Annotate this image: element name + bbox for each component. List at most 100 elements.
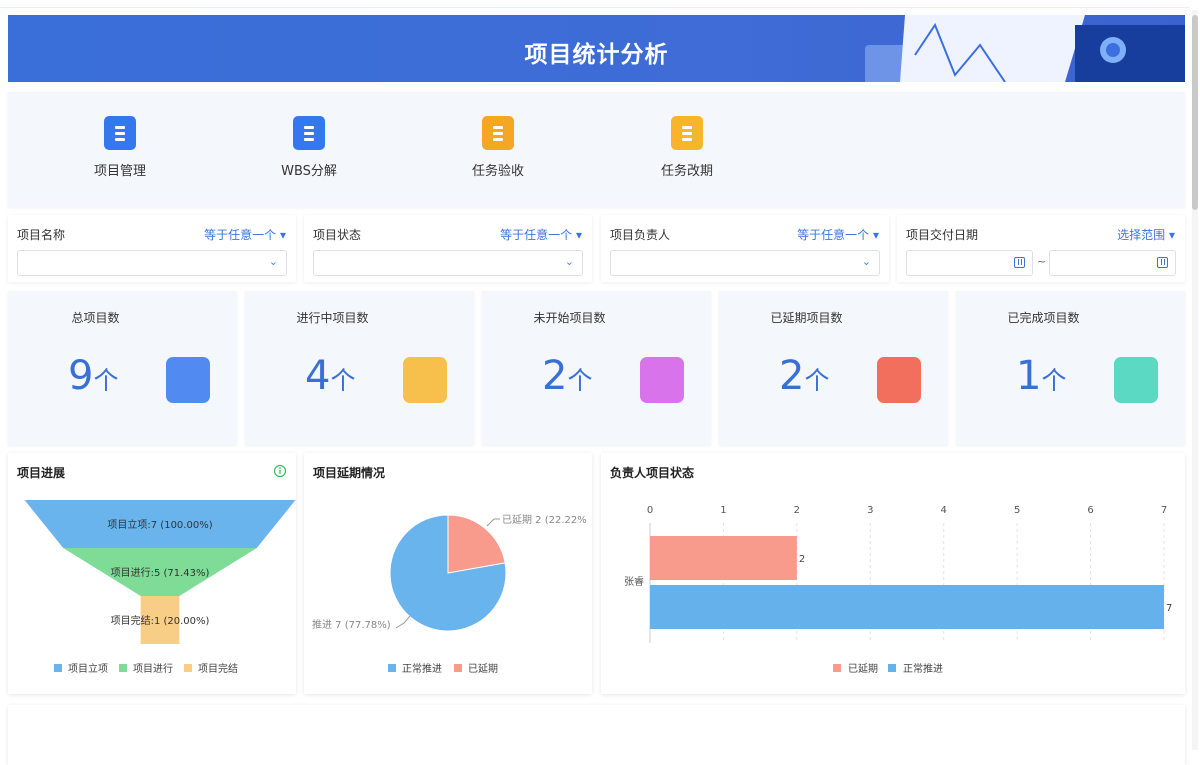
quick-link-3[interactable]: 任务改期	[627, 116, 747, 179]
chart-badge-icon	[1114, 357, 1158, 403]
grid-icon	[640, 357, 684, 403]
document-icon	[166, 357, 210, 403]
y-tick-label: 张睿	[624, 575, 644, 588]
stat-number: 9	[68, 353, 94, 399]
filter-operator-dropdown[interactable]: 等于任意一个 ▾	[204, 226, 286, 243]
funnel-chart: 项目立项:7 (100.00%) 项目进行:5 (71.43%) 项目完结:1 (2…	[24, 500, 296, 675]
legend-label[interactable]: 项目完结	[198, 662, 238, 675]
project-progress-card: 项目进展 项目立项:7 (100.00%) 项目进行:5 (71.43%) 项目完结…	[8, 453, 296, 694]
bar-value-label: 2	[799, 554, 805, 565]
top-divider	[0, 7, 1190, 8]
stat-number: 1	[1016, 353, 1042, 399]
quick-link-0[interactable]: 项目管理	[60, 116, 180, 179]
legend-swatch	[54, 664, 62, 672]
filter-label: 项目状态	[313, 228, 362, 242]
date-start-input[interactable]	[906, 250, 1033, 276]
stat-value: 2个	[542, 353, 592, 399]
x-tick-label: 2	[794, 505, 800, 516]
stat-unit: 个	[1041, 366, 1067, 395]
pie-label: 推进 7 (77.78%)	[312, 618, 391, 631]
stat-title: 进行中项目数	[296, 311, 369, 325]
bar-chart: 0 1 2 3 4 5 6 7 张睿 2 7 已延期 正常推进	[624, 505, 1172, 675]
filter-operator-dropdown[interactable]: 等于任意一个 ▾	[500, 226, 582, 243]
quick-link-label: 项目管理	[93, 164, 146, 179]
scrollbar-thumb[interactable]	[1192, 15, 1198, 210]
quick-link-label: 任务改期	[660, 164, 713, 179]
banner-illustration	[865, 15, 1185, 82]
legend-label[interactable]: 项目进行	[133, 662, 173, 675]
bottom-card	[8, 705, 1185, 765]
x-tick-label: 1	[720, 505, 726, 516]
legend-label[interactable]: 已延期	[848, 663, 878, 675]
stat-value: 4个	[305, 353, 355, 399]
calendar-icon	[1014, 257, 1025, 268]
project-doc-icon	[104, 116, 136, 150]
stat-card: 未开始项目数 2个	[482, 291, 711, 445]
pie-label: 已延期 2 (22.22%	[502, 514, 587, 526]
folder-icon	[403, 357, 447, 403]
stat-title: 未开始项目数	[533, 311, 606, 325]
date-separator: ~	[1037, 255, 1047, 268]
stat-unit: 个	[804, 366, 830, 395]
filter-3: 项目交付日期 选择范围 ▾ ~	[897, 215, 1185, 282]
x-tick-label: 3	[867, 505, 873, 516]
page-scrollbar[interactable]	[1192, 10, 1198, 750]
filter-operator-dropdown[interactable]: 等于任意一个 ▾	[797, 226, 879, 243]
stat-unit: 个	[567, 366, 593, 395]
funnel-label: 项目立项:7 (100.00%)	[107, 518, 212, 531]
x-tick-label: 7	[1161, 505, 1167, 516]
stat-card: 总项目数 9个	[8, 291, 237, 445]
bar[interactable]	[650, 585, 1164, 629]
quick-link-label: WBS分解	[281, 164, 337, 179]
chevron-down-icon: ⌄	[564, 255, 574, 268]
funnel-label: 项目完结:1 (20.00%)	[111, 614, 210, 627]
filter-operator-dropdown[interactable]: 选择范围 ▾	[1117, 226, 1175, 243]
filter-0: 项目名称 等于任意一个 ▾ ⌄	[8, 215, 296, 282]
stat-number: 2	[779, 353, 805, 399]
legend-label[interactable]: 已延期	[468, 663, 498, 675]
filter-2: 项目负责人 等于任意一个 ▾ ⌄	[601, 215, 889, 282]
stat-value: 1个	[1016, 353, 1066, 399]
delay-status-card: 项目延期情况 已延期 2 (22.22% 推进 7 (77.78%) 正常推进 已延期	[304, 453, 592, 694]
stat-unit: 个	[93, 366, 119, 395]
legend-swatch	[119, 664, 127, 672]
label-line	[486, 518, 500, 527]
filter-select[interactable]: ⌄	[313, 250, 583, 276]
legend-swatch	[388, 664, 396, 672]
filter-select[interactable]: ⌄	[17, 250, 287, 276]
stat-number: 4	[305, 353, 331, 399]
legend-label[interactable]: 项目立项	[68, 662, 108, 675]
legend-swatch	[184, 664, 192, 672]
legend-label[interactable]: 正常推进	[903, 662, 943, 675]
quick-links-panel: 项目管理 WBS分解 任务验收 任务改期	[8, 92, 1185, 207]
quick-link-1[interactable]: WBS分解	[249, 116, 369, 179]
stat-unit: 个	[330, 366, 356, 395]
quick-link-label: 任务验收	[471, 164, 524, 179]
quick-link-2[interactable]: 任务验收	[438, 116, 558, 179]
task-reschedule-icon	[671, 116, 703, 150]
filter-select[interactable]: ⌄	[610, 250, 880, 276]
stat-value: 9个	[68, 353, 118, 399]
label-line	[395, 615, 411, 629]
chevron-down-icon: ⌄	[861, 255, 871, 268]
stat-title: 已延期项目数	[770, 311, 843, 325]
bar[interactable]	[650, 536, 797, 580]
legend-swatch	[454, 664, 462, 672]
stat-title: 总项目数	[71, 311, 120, 325]
x-tick-label: 5	[1014, 505, 1020, 516]
calendar-icon	[1157, 257, 1168, 268]
wbs-icon	[293, 116, 325, 150]
owner-status-card: 负责人项目状态 0 1 2 3 4 5 6 7 张睿 2 7 已延期 正常推进	[601, 453, 1185, 694]
flag-icon	[877, 357, 921, 403]
stat-card: 进行中项目数 4个	[245, 291, 474, 445]
stat-card: 已延期项目数 2个	[719, 291, 948, 445]
legend-label[interactable]: 正常推进	[402, 662, 442, 675]
date-end-input[interactable]	[1049, 250, 1176, 276]
banner: 项目统计分析	[8, 15, 1185, 82]
filter-1: 项目状态 等于任意一个 ▾ ⌄	[304, 215, 592, 282]
stat-number: 2	[542, 353, 568, 399]
stat-value: 2个	[779, 353, 829, 399]
filter-label: 项目名称	[17, 228, 66, 242]
legend-swatch	[833, 664, 841, 672]
chevron-down-icon: ⌄	[268, 255, 278, 268]
